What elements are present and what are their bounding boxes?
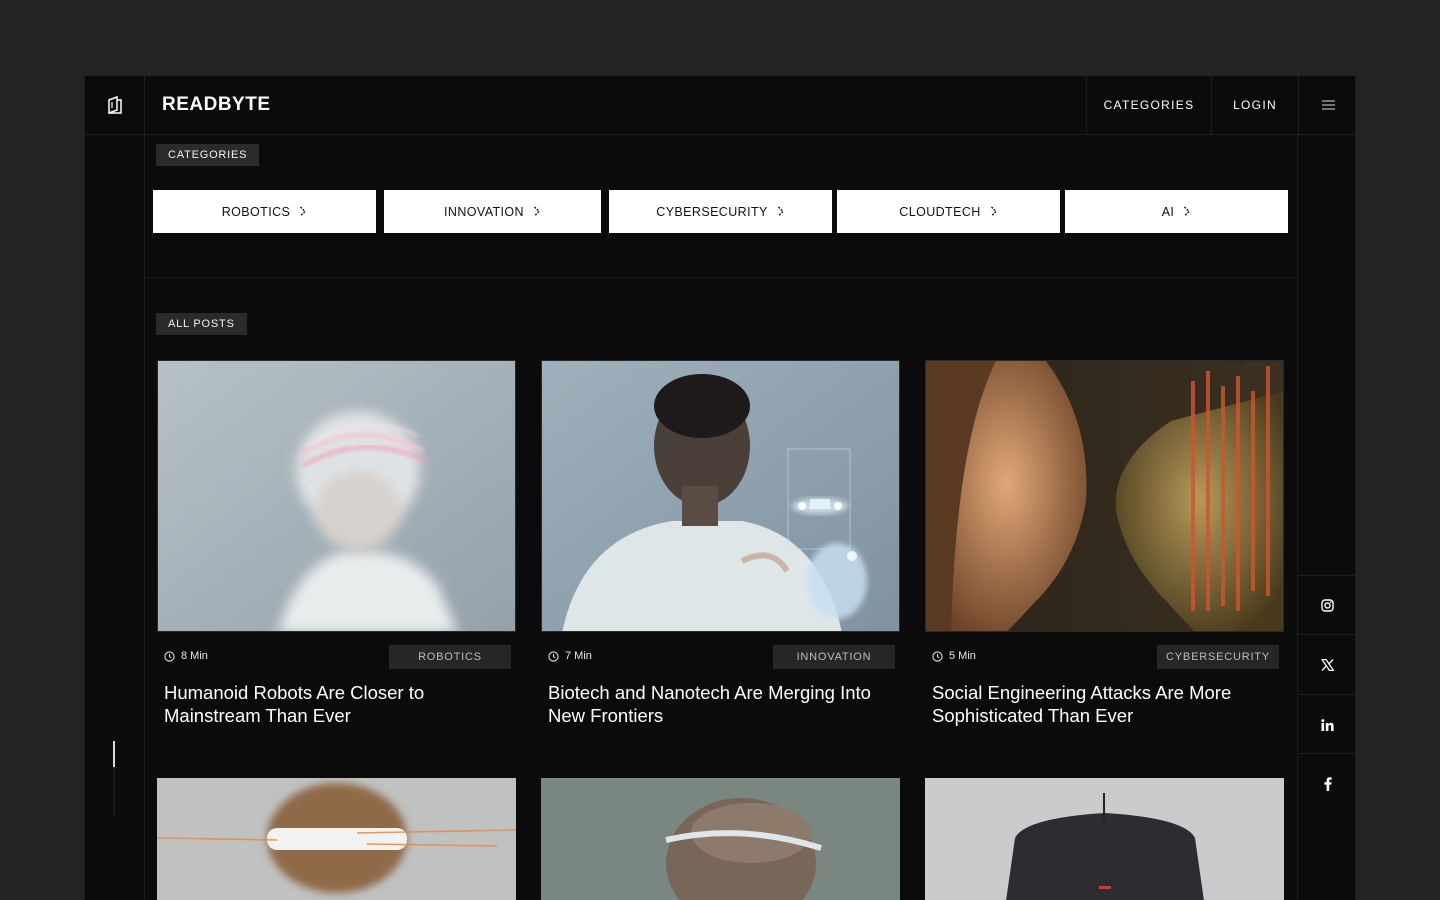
post-title[interactable]: Biotech and Nanotech Are Merging Into Ne…: [548, 681, 893, 727]
category-badge[interactable]: INNOVATION: [773, 645, 895, 669]
left-rail: [85, 135, 145, 900]
app-frame: READBYTE CATEGORIES LOGIN CATEGORIES ROB…: [84, 75, 1356, 900]
read-time-value: 7 Min: [565, 650, 592, 662]
facebook-link[interactable]: [1298, 753, 1355, 813]
x-icon: [1321, 658, 1334, 671]
scroll-thumb[interactable]: [113, 741, 115, 767]
post-image-cybersecurity[interactable]: [925, 360, 1284, 632]
linkedin-link[interactable]: [1298, 694, 1355, 754]
chevron-right-icon: [533, 206, 540, 217]
category-button-label: INNOVATION: [444, 204, 524, 219]
logo[interactable]: [85, 76, 145, 134]
header: READBYTE CATEGORIES LOGIN: [85, 76, 1355, 135]
read-time-value: 5 Min: [949, 650, 976, 662]
post-image-innovation[interactable]: [541, 360, 900, 632]
category-button-label: CYBERSECURITY: [656, 204, 768, 219]
category-button-label: CLOUDTECH: [899, 204, 981, 219]
instagram-link[interactable]: [1298, 575, 1355, 635]
chevron-right-icon: [990, 206, 997, 217]
post-image-robotics[interactable]: [157, 360, 516, 632]
category-button-cybersecurity[interactable]: CYBERSECURITY: [609, 190, 832, 233]
category-button-label: AI: [1161, 204, 1175, 219]
facebook-icon: [1323, 776, 1332, 791]
category-button-innovation[interactable]: INNOVATION: [384, 190, 601, 233]
categories-section-label: CATEGORIES: [156, 144, 260, 166]
post-image-partial[interactable]: [925, 778, 1284, 900]
read-time: 8 Min: [164, 650, 208, 662]
all-posts-section-label: ALL POSTS: [156, 313, 247, 335]
category-badge[interactable]: ROBOTICS: [389, 645, 511, 669]
menu-button[interactable]: [1298, 76, 1355, 134]
book-logo-icon: [107, 95, 122, 115]
chevron-right-icon: [1184, 206, 1191, 217]
category-button-cloudtech[interactable]: CLOUDTECH: [837, 190, 1060, 233]
category-button-ai[interactable]: AI: [1065, 190, 1288, 233]
instagram-icon: [1321, 599, 1334, 612]
chevron-right-icon: [777, 206, 784, 217]
chevron-right-icon: [300, 206, 307, 217]
post-title[interactable]: Social Engineering Attacks Are More Soph…: [932, 681, 1277, 727]
post-title[interactable]: Humanoid Robots Are Closer to Mainstream…: [164, 681, 509, 727]
brand-name[interactable]: READBYTE: [145, 76, 1086, 134]
read-time-value: 8 Min: [181, 650, 208, 662]
x-twitter-link[interactable]: [1298, 634, 1355, 694]
post-image-partial[interactable]: [157, 778, 516, 900]
clock-icon: [932, 650, 943, 662]
clock-icon: [548, 650, 559, 662]
category-badge[interactable]: CYBERSECURITY: [1157, 645, 1279, 669]
nav-categories-link[interactable]: CATEGORIES: [1086, 76, 1211, 134]
read-time: 7 Min: [548, 650, 592, 662]
clock-icon: [164, 650, 175, 662]
category-button-robotics[interactable]: ROBOTICS: [153, 190, 376, 233]
right-rail: [1297, 135, 1355, 900]
hamburger-menu-icon: [1321, 100, 1335, 110]
scroll-indicator[interactable]: [113, 741, 115, 817]
read-time: 5 Min: [932, 650, 976, 662]
category-button-label: ROBOTICS: [221, 204, 291, 219]
nav-login-link[interactable]: LOGIN: [1211, 76, 1298, 134]
section-divider: [145, 277, 1297, 278]
linkedin-icon: [1321, 718, 1334, 731]
post-image-partial[interactable]: [541, 778, 900, 900]
